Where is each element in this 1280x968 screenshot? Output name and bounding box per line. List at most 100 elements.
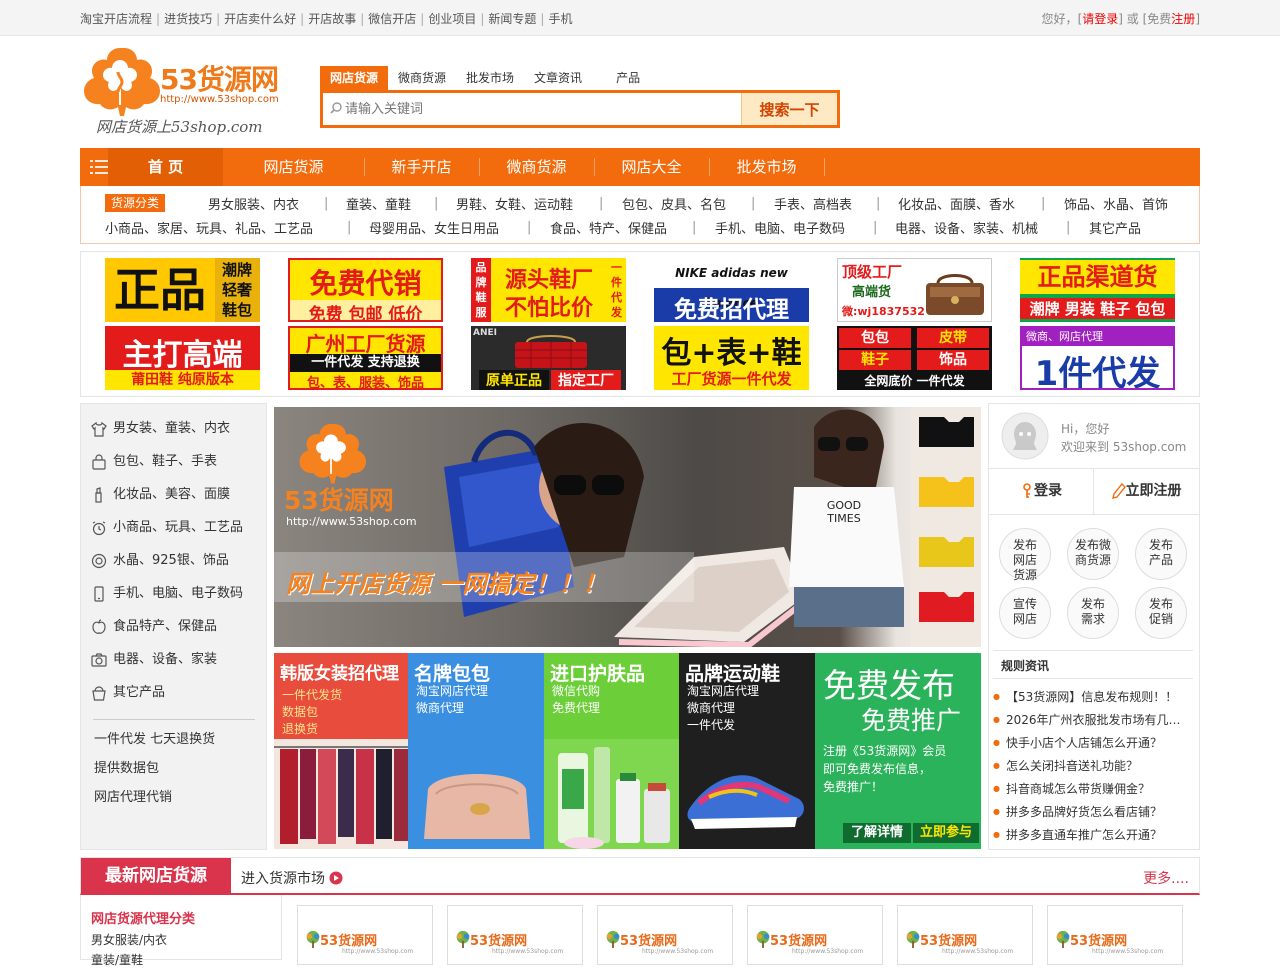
search-button[interactable]: 搜索一下: [741, 93, 837, 125]
ad-tile[interactable]: 微商、网店代理 1件代发: [1020, 326, 1175, 390]
nav-item[interactable]: 网店货源: [236, 148, 351, 186]
rules-news-item[interactable]: 拼多多品牌好货怎么看店铺？: [993, 803, 1191, 820]
top-link[interactable]: 创业项目: [428, 12, 476, 26]
ad-tile[interactable]: 正品 潮牌轻奢鞋包: [105, 258, 260, 322]
ad-side-text: 潮牌轻奢鞋包: [221, 261, 252, 319]
category-link[interactable]: 手机、电脑、电子数码: [715, 218, 845, 237]
sidebar-item[interactable]: 化妆品、美容、面膜: [91, 485, 230, 505]
category-link[interactable]: 童装、童鞋: [346, 194, 411, 213]
rules-news-item[interactable]: 怎么关闭抖音送礼功能？: [993, 757, 1191, 774]
quick-publish-button[interactable]: 发布产品: [1135, 528, 1187, 580]
category-link[interactable]: 电器、设备、家装、机械: [895, 218, 1038, 237]
top-link[interactable]: 淘宝开店流程: [80, 12, 152, 26]
quick-publish-button[interactable]: 发布网店货源: [999, 528, 1051, 582]
rules-news-item[interactable]: 【53货源网】信息发布规则！！: [993, 688, 1191, 705]
quick-publish-button[interactable]: 发布促销: [1135, 587, 1187, 639]
promo-tile[interactable]: 韩版女装招代理 一件代发货 数据包 退换货: [274, 653, 408, 849]
svg-text:|: |: [692, 220, 696, 235]
panel-login-button[interactable]: 登录: [989, 468, 1094, 514]
quick-publish-button[interactable]: 发布微商货源: [1067, 528, 1119, 580]
nav-item[interactable]: 微商货源: [479, 148, 594, 186]
hero-banner[interactable]: 53货源网 http://www.53shop.com 网上开店货源 一网搞定！…: [274, 407, 981, 647]
ad-tile[interactable]: 主打高端 莆田鞋 纯原版本: [105, 326, 260, 390]
top-link[interactable]: 手机: [548, 12, 572, 26]
panel-register-button[interactable]: 立即注册: [1094, 468, 1199, 514]
quick-publish-button[interactable]: 发布需求: [1067, 587, 1119, 639]
ad-tile[interactable]: 包+表+鞋 工厂货源一件代发: [654, 326, 809, 390]
product-card[interactable]: 53货源网 http://www.53shop.com: [897, 905, 1033, 965]
join-now-button[interactable]: 立即参与: [913, 823, 979, 843]
sidebar-extra-link[interactable]: 一件代发 七天退换货: [94, 728, 215, 747]
category-link[interactable]: 男女服装、内衣: [208, 194, 299, 213]
register-link[interactable]: 注册: [1171, 12, 1195, 26]
promo-tile[interactable]: 进口护肤品 微信代购 免费代理: [544, 653, 679, 849]
top-link[interactable]: 开店故事: [308, 12, 356, 26]
sidebar-item[interactable]: 食品特产、保健品: [91, 617, 217, 637]
ad-tile[interactable]: 免费代销 免费 包邮 低价: [288, 258, 443, 322]
nav-item[interactable]: 批发市场: [709, 148, 824, 186]
sidebar-item[interactable]: 水晶、925银、饰品: [91, 551, 229, 571]
search-tab[interactable]: 网店货源: [320, 66, 389, 90]
top-link[interactable]: 新闻专题: [488, 12, 536, 26]
category-list-item[interactable]: 男女服装/内衣: [91, 931, 167, 948]
promo-tile[interactable]: 品牌运动鞋 淘宝网店代理 微商代理 一件代发: [679, 653, 815, 849]
top-link[interactable]: 进货技巧: [164, 12, 212, 26]
category-link[interactable]: 包包、皮具、名包: [622, 194, 726, 213]
ad-tile[interactable]: 正品渠道货 潮牌 男装 鞋子 包包: [1020, 258, 1175, 322]
enter-market-link[interactable]: 进入货源市场: [241, 868, 343, 888]
ad-tile[interactable]: 顶级工厂 高端货 微:wj1837532: [837, 258, 992, 322]
svg-text:|: |: [1041, 196, 1045, 211]
rules-news-item[interactable]: 拼多多直通车推广怎么开通？: [993, 826, 1191, 843]
sidebar-item[interactable]: 小商品、玩具、工艺品: [91, 518, 243, 538]
category-link[interactable]: 其它产品: [1089, 218, 1141, 237]
tile-line: 微信代购: [552, 684, 601, 698]
banner-slogan: 网上开店货源 一网搞定！！！: [286, 570, 607, 598]
category-link[interactable]: 男鞋、女鞋、运动鞋: [456, 194, 573, 213]
sidebar-item[interactable]: 电器、设备、家装: [91, 650, 217, 670]
learn-more-button[interactable]: 了解详情: [843, 823, 911, 843]
sidebar-item[interactable]: 男女装、童装、内衣: [91, 419, 230, 439]
quick-publish-button[interactable]: 宣传网店: [999, 587, 1051, 639]
category-link[interactable]: 饰品、水晶、首饰: [1064, 194, 1168, 213]
category-link[interactable]: 母婴用品、女生日用品: [369, 218, 499, 237]
category-link[interactable]: 手表、高档表: [774, 194, 852, 213]
search-tab[interactable]: 产品: [592, 66, 650, 90]
search-input[interactable]: [345, 97, 735, 121]
search-tab[interactable]: 微商货源: [388, 66, 456, 90]
nav-item[interactable]: 新手开店: [364, 148, 479, 186]
category-link[interactable]: 化妆品、面膜、香水: [898, 194, 1015, 213]
sidebar-item[interactable]: 手机、电脑、电子数码: [91, 584, 243, 604]
top-link[interactable]: 开店卖什么好: [224, 12, 296, 26]
nav-home[interactable]: 首 页: [108, 148, 223, 186]
product-card[interactable]: 53货源网 http://www.53shop.com: [747, 905, 883, 965]
ad-tile[interactable]: 广州工厂货源 一件代发 支持退换 包、表、服装、饰品: [288, 326, 443, 390]
search-tab[interactable]: 文章资讯: [524, 66, 592, 90]
product-card[interactable]: 53货源网 http://www.53shop.com: [597, 905, 733, 965]
ad-tile[interactable]: 包包 皮带 鞋子 饰品 全网底价 一件代发: [837, 326, 992, 390]
sidebar-extra-link[interactable]: 提供数据包: [94, 757, 159, 776]
search-tab[interactable]: 批发市场: [456, 66, 524, 90]
more-link[interactable]: 更多....: [1143, 868, 1189, 888]
category-link[interactable]: 小商品、家居、玩具、礼品、工艺品: [105, 218, 313, 237]
promo-tile[interactable]: 免费发布 免费推广 注册《53货源网》会员 即可免费发布信息， 免费推广！ 了解…: [815, 653, 981, 849]
ad-tile[interactable]: NIKE adidas new balance 免费招代理: [654, 258, 809, 322]
ad-tile[interactable]: 品牌鞋服 源头鞋厂 不怕比价 一件代发: [471, 258, 626, 322]
sidebar-extra-link[interactable]: 网店代理代销: [94, 786, 172, 805]
tile-line: 一件代发: [687, 718, 736, 732]
rules-news-item[interactable]: 2026年广州衣服批发市场有几个…: [993, 711, 1191, 728]
sidebar-item[interactable]: 其它产品: [91, 683, 165, 703]
tile-title: 进口护肤品: [550, 663, 646, 685]
login-link[interactable]: 请登录: [1082, 12, 1118, 26]
product-card[interactable]: 53货源网 http://www.53shop.com: [297, 905, 433, 965]
nav-item[interactable]: 网店大全: [594, 148, 709, 186]
category-link[interactable]: 食品、特产、保健品: [550, 218, 667, 237]
rules-news-item[interactable]: 快手小店个人店铺怎么开通？: [993, 734, 1191, 751]
product-card[interactable]: 53货源网 http://www.53shop.com: [447, 905, 583, 965]
top-link[interactable]: 微信开店: [368, 12, 416, 26]
ad-tile[interactable]: ANEI 原单正品 指定工厂: [471, 326, 626, 390]
site-logo[interactable]: 53货源网 http://www.53shop.com 网店货源上53shop.…: [80, 40, 300, 140]
promo-tile[interactable]: 名牌包包 淘宝网店代理 微商代理: [408, 653, 544, 849]
rules-news-item[interactable]: 抖音商城怎么带货赚佣金？: [993, 780, 1191, 797]
product-card[interactable]: 53货源网 http://www.53shop.com: [1047, 905, 1183, 965]
sidebar-item[interactable]: 包包、鞋子、手表: [91, 452, 217, 472]
